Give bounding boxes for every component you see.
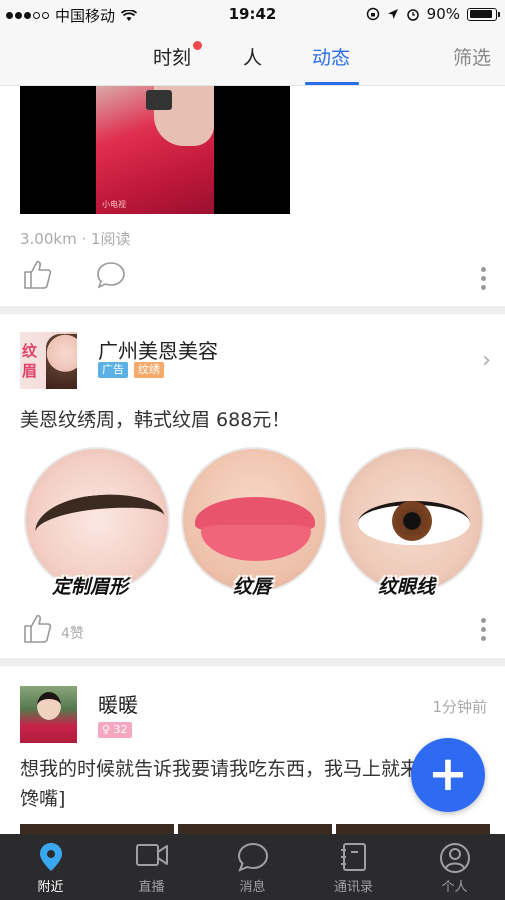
divider	[0, 306, 505, 314]
more-options-icon[interactable]	[481, 618, 487, 645]
photo-grid[interactable]	[20, 824, 490, 834]
contacts-book-icon	[340, 843, 366, 871]
image-caption: 定制眉形	[52, 576, 129, 598]
tab-feed[interactable]: 动态	[312, 43, 350, 70]
tab-label: 消息	[239, 880, 266, 895]
post-time: 1分钟前	[432, 698, 487, 716]
avatar[interactable]	[20, 686, 77, 743]
notification-dot	[193, 41, 202, 50]
like-icon[interactable]	[22, 612, 52, 644]
plus-icon: +	[427, 746, 469, 802]
divider	[0, 658, 505, 666]
video-thumbnail[interactable]: 小电视	[20, 86, 290, 214]
more-options-icon[interactable]	[481, 267, 487, 294]
status-bar: 中国移动 19:42 90%	[0, 0, 505, 30]
tab-people[interactable]: 人	[243, 43, 262, 70]
rotation-lock-icon	[366, 7, 379, 21]
tab-moments[interactable]: 时刻	[153, 43, 191, 70]
chevron-right-icon[interactable]: ›	[482, 348, 491, 373]
tab-contacts[interactable]: 通讯录	[303, 834, 404, 900]
ad-tag: 广告	[98, 362, 128, 378]
chat-bubble-icon	[237, 842, 268, 872]
avatar-text: 纹	[22, 342, 38, 360]
category-tag: 纹绣	[134, 362, 164, 378]
tab-label: 个人	[441, 880, 468, 895]
ad-post: 纹 眉 广州美恩美容 广告 纹绣 › 美恩纹绣周，韩式纹眉 688元！ 定制眉形…	[0, 314, 505, 658]
tab-nearby[interactable]: 附近	[0, 834, 101, 900]
tab-live[interactable]: 直播	[101, 834, 202, 900]
battery-percent: 90%	[426, 5, 460, 23]
location-pin-icon	[39, 843, 62, 871]
gender-age-badge: ♀ 32	[98, 722, 132, 738]
author-name[interactable]: 广州美恩美容	[98, 335, 218, 364]
alarm-icon	[406, 9, 419, 21]
image-caption: 纹眼线	[378, 576, 436, 598]
tab-label: 附近	[37, 880, 64, 895]
feed-list[interactable]: 小电视 3.00km · 1阅读 纹 眉 广州美恩美容 广告 纹绣 › 美恩纹绣…	[0, 86, 505, 834]
post-text-continued: 馋嘴]	[20, 788, 66, 810]
author-name[interactable]: 暖暖	[98, 689, 138, 718]
person-icon	[439, 843, 470, 873]
tab-messages[interactable]: 消息	[202, 834, 303, 900]
battery-icon	[467, 7, 500, 21]
video-camera-icon	[135, 844, 168, 866]
create-post-button[interactable]: +	[411, 738, 485, 812]
like-count: 4赞	[61, 626, 84, 642]
like-icon[interactable]	[22, 258, 52, 290]
post-meta: 3.00km · 1阅读	[20, 230, 131, 248]
video-photo: 小电视	[96, 86, 214, 214]
post-text: 美恩纹绣周，韩式纹眉 688元！	[20, 409, 291, 431]
post-text: 想我的时候就告诉我要请我吃东西，我马上就来	[20, 758, 420, 780]
comment-icon[interactable]	[96, 261, 126, 289]
top-navigation: 时刻 人 动态 筛选	[0, 30, 505, 86]
image-caption: 纹唇	[233, 576, 272, 598]
active-tab-indicator	[305, 82, 359, 85]
filter-button[interactable]: 筛选	[453, 43, 491, 70]
location-arrow-icon	[387, 9, 398, 19]
video-watermark: 小电视	[102, 200, 126, 209]
avatar[interactable]: 纹 眉	[20, 332, 77, 389]
tab-label: 通讯录	[333, 880, 373, 895]
avatar-text: 眉	[22, 362, 38, 380]
tab-label: 直播	[138, 880, 165, 895]
bottom-tab-bar: 附近 直播 消息 通讯录 个人	[0, 834, 505, 900]
tab-profile[interactable]: 个人	[404, 834, 505, 900]
feed-post: 小电视 3.00km · 1阅读	[0, 86, 505, 306]
